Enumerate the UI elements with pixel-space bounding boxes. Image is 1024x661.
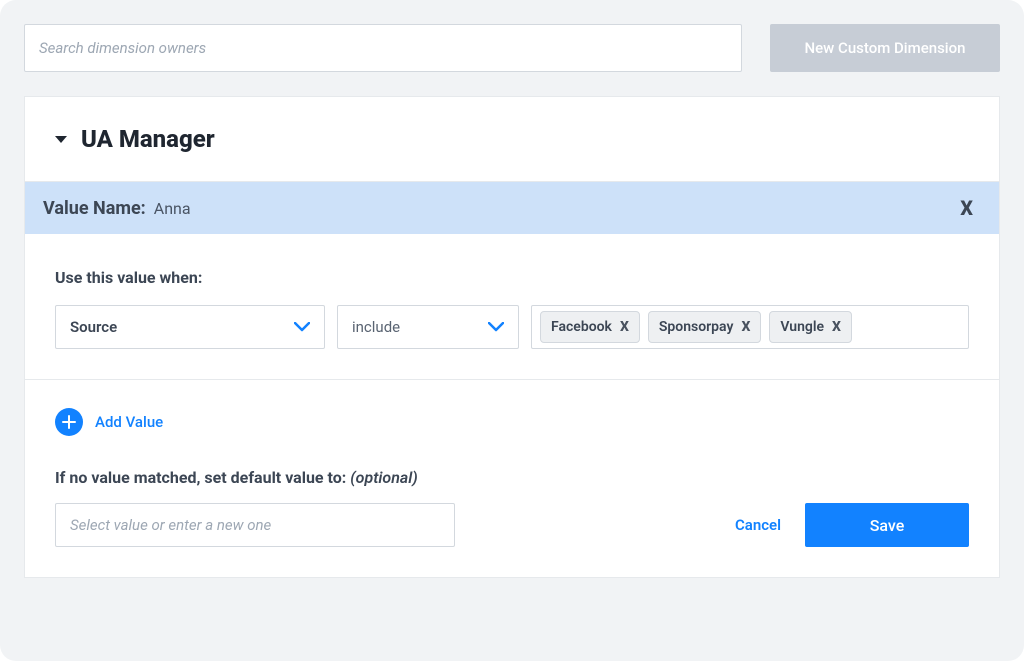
action-buttons: Cancel Save bbox=[735, 503, 969, 547]
close-icon[interactable]: X bbox=[954, 196, 979, 220]
source-select-value: Source bbox=[70, 318, 117, 336]
tag-sponsorpay: Sponsorpay X bbox=[648, 311, 762, 343]
tag-remove-icon[interactable]: X bbox=[741, 319, 750, 335]
top-bar: New Custom Dimension bbox=[24, 24, 1000, 72]
dimension-panel: UA Manager Value Name: Anna X Use this v… bbox=[24, 96, 1000, 578]
include-select[interactable]: include bbox=[337, 305, 519, 349]
tag-remove-icon[interactable]: X bbox=[832, 319, 841, 335]
save-button[interactable]: Save bbox=[805, 503, 969, 547]
value-name-value: Anna bbox=[154, 199, 191, 218]
tag-facebook: Facebook X bbox=[540, 311, 640, 343]
tag-label: Facebook bbox=[551, 319, 612, 335]
panel-title: UA Manager bbox=[81, 125, 215, 153]
include-select-value: include bbox=[352, 318, 400, 336]
chevron-down-icon bbox=[294, 322, 310, 332]
search-input[interactable] bbox=[24, 24, 742, 72]
default-label-optional: (optional) bbox=[350, 468, 417, 487]
page-container: New Custom Dimension UA Manager Value Na… bbox=[0, 0, 1024, 661]
tag-vungle: Vungle X bbox=[769, 311, 852, 343]
new-custom-dimension-button[interactable]: New Custom Dimension bbox=[770, 24, 1000, 72]
value-name-label: Value Name: bbox=[43, 198, 146, 219]
default-value-label: If no value matched, set default value t… bbox=[55, 468, 969, 487]
bottom-section: Add Value If no value matched, set defau… bbox=[25, 380, 999, 577]
tag-remove-icon[interactable]: X bbox=[620, 319, 629, 335]
default-label-text: If no value matched, set default value t… bbox=[55, 468, 350, 487]
source-select[interactable]: Source bbox=[55, 305, 325, 349]
add-value-button[interactable]: Add Value bbox=[55, 408, 969, 436]
tag-container[interactable]: Facebook X Sponsorpay X Vungle X bbox=[531, 305, 969, 349]
chevron-down-icon bbox=[488, 322, 504, 332]
condition-section: Use this value when: Source include bbox=[25, 234, 999, 380]
tag-label: Sponsorpay bbox=[659, 319, 734, 335]
tag-label: Vungle bbox=[780, 319, 824, 335]
condition-row: Source include Facebook X bbox=[55, 305, 969, 349]
condition-label: Use this value when: bbox=[55, 268, 969, 287]
cancel-button[interactable]: Cancel bbox=[735, 516, 781, 534]
panel-header[interactable]: UA Manager bbox=[25, 97, 999, 181]
value-name-bar: Value Name: Anna X bbox=[25, 181, 999, 234]
caret-down-icon bbox=[55, 136, 67, 143]
plus-icon bbox=[55, 408, 83, 436]
default-value-input[interactable] bbox=[55, 503, 455, 547]
default-action-row: Cancel Save bbox=[55, 503, 969, 547]
value-name-content: Value Name: Anna bbox=[43, 198, 191, 219]
add-value-label: Add Value bbox=[95, 413, 163, 431]
